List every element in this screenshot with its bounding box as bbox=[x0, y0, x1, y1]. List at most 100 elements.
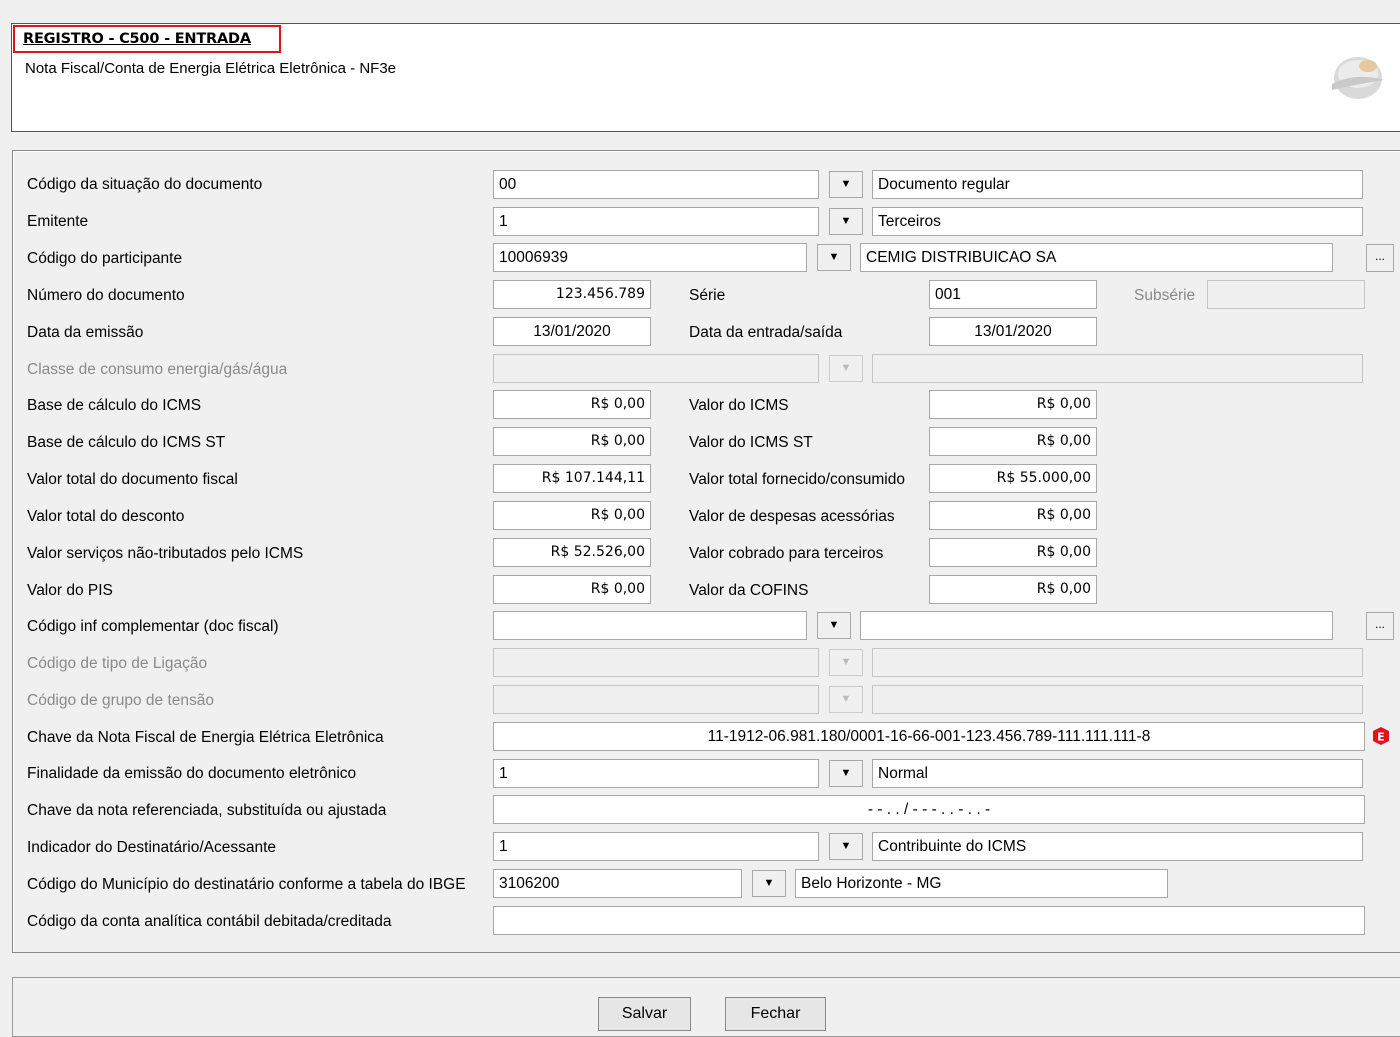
finalidade-code-input[interactable]: 1 bbox=[493, 759, 819, 788]
register-title: REGISTRO - C500 - ENTRADA bbox=[13, 25, 281, 53]
chevron-down-icon: ▼ bbox=[840, 767, 852, 779]
label-data-emissao: Data da emissão bbox=[27, 324, 144, 341]
conta-analitica-input[interactable] bbox=[493, 906, 1365, 935]
valor-pis-input[interactable]: R$ 0,00 bbox=[493, 575, 651, 604]
inf-complementar-dropdown-button[interactable]: ▼ bbox=[817, 612, 851, 639]
footer-panel bbox=[12, 977, 1400, 1037]
classe-consumo-dropdown-button: ▼ bbox=[829, 355, 863, 382]
valor-terceiros-input[interactable]: R$ 0,00 bbox=[929, 538, 1097, 567]
valor-nao-trib-input[interactable]: R$ 52.526,00 bbox=[493, 538, 651, 567]
indicador-dest-code-input[interactable]: 1 bbox=[493, 832, 819, 861]
label-inf-complementar: Código inf complementar (doc fiscal) bbox=[27, 618, 279, 635]
label-valor-nao-trib: Valor serviços não-tributados pelo ICMS bbox=[27, 545, 304, 562]
chave-ref-input[interactable]: - - . . / - - - . . - . . - bbox=[493, 795, 1365, 824]
save-button[interactable]: Salvar bbox=[598, 997, 691, 1031]
inf-complementar-code-input[interactable] bbox=[493, 611, 807, 640]
label-valor-pis: Valor do PIS bbox=[27, 582, 113, 599]
chevron-down-icon: ▼ bbox=[828, 251, 840, 263]
valor-total-fornecido-input[interactable]: R$ 55.000,00 bbox=[929, 464, 1097, 493]
label-valor-icms-st: Valor do ICMS ST bbox=[689, 434, 813, 451]
chevron-down-icon: ▼ bbox=[840, 215, 852, 227]
classe-consumo-code-input bbox=[493, 354, 819, 383]
chevron-down-icon: ▼ bbox=[828, 619, 840, 631]
label-base-icms: Base de cálculo do ICMS bbox=[27, 397, 202, 414]
valor-cofins-input[interactable]: R$ 0,00 bbox=[929, 575, 1097, 604]
label-chave-ref: Chave da nota referenciada, substituída … bbox=[27, 802, 387, 819]
label-municipio: Código do Município do destinatário conf… bbox=[27, 876, 466, 893]
grupo-tensao-code-input bbox=[493, 685, 819, 714]
valor-desconto-input[interactable]: R$ 0,00 bbox=[493, 501, 651, 530]
participante-lookup-button[interactable]: ... bbox=[1366, 244, 1394, 272]
label-situacao: Código da situação do documento bbox=[27, 176, 263, 193]
tipo-ligacao-dropdown-button: ▼ bbox=[829, 649, 863, 676]
label-subserie: Subsérie bbox=[1134, 287, 1196, 304]
label-serie: Série bbox=[689, 287, 726, 304]
municipio-dropdown-button[interactable]: ▼ bbox=[752, 870, 786, 897]
tipo-ligacao-desc-field bbox=[872, 648, 1363, 677]
emitente-desc-field: Terceiros bbox=[872, 207, 1363, 236]
label-valor-despesas: Valor de despesas acessórias bbox=[689, 508, 895, 525]
valor-total-doc-input[interactable]: R$ 107.144,11 bbox=[493, 464, 651, 493]
label-base-icms-st: Base de cálculo do ICMS ST bbox=[27, 434, 226, 451]
chave-nf-input[interactable]: 11-1912-06.981.180/0001-16-66-001-123.45… bbox=[493, 722, 1365, 751]
base-icms-input[interactable]: R$ 0,00 bbox=[493, 390, 651, 419]
situacao-code-input[interactable]: 00 bbox=[493, 170, 819, 199]
subserie-input bbox=[1207, 280, 1365, 309]
ellipsis-icon: ... bbox=[1374, 617, 1385, 631]
close-button[interactable]: Fechar bbox=[725, 997, 826, 1031]
label-conta-analitica: Código da conta analítica contábil debit… bbox=[27, 913, 392, 930]
chevron-down-icon: ▼ bbox=[840, 693, 852, 705]
data-emissao-input[interactable]: 13/01/2020 bbox=[493, 317, 651, 346]
grupo-tensao-dropdown-button: ▼ bbox=[829, 686, 863, 713]
label-data-entrada: Data da entrada/saída bbox=[689, 324, 843, 341]
numero-input[interactable]: 123.456.789 bbox=[493, 280, 651, 309]
label-grupo-tensao: Código de grupo de tensão bbox=[27, 692, 215, 709]
emitente-dropdown-button[interactable]: ▼ bbox=[829, 208, 863, 235]
classe-consumo-desc-field bbox=[872, 354, 1363, 383]
emitente-code-input[interactable]: 1 bbox=[493, 207, 819, 236]
finalidade-dropdown-button[interactable]: ▼ bbox=[829, 760, 863, 787]
participante-desc-field: CEMIG DISTRIBUICAO SA bbox=[860, 243, 1333, 272]
finalidade-desc-field: Normal bbox=[872, 759, 1363, 788]
label-valor-icms: Valor do ICMS bbox=[689, 397, 789, 414]
chevron-down-icon: ▼ bbox=[763, 877, 775, 889]
participante-code-input[interactable]: 10006939 bbox=[493, 243, 807, 272]
base-icms-st-input[interactable]: R$ 0,00 bbox=[493, 427, 651, 456]
label-valor-total-fornecido: Valor total fornecido/consumido bbox=[689, 471, 905, 488]
ellipsis-icon: ... bbox=[1374, 249, 1385, 263]
inf-complementar-lookup-button[interactable]: ... bbox=[1366, 612, 1394, 640]
label-numero: Número do documento bbox=[27, 287, 185, 304]
chevron-down-icon: ▼ bbox=[840, 840, 852, 852]
header-panel: REGISTRO - C500 - ENTRADA Nota Fiscal/Co… bbox=[11, 23, 1400, 132]
valor-icms-input[interactable]: R$ 0,00 bbox=[929, 390, 1097, 419]
municipio-desc-field: Belo Horizonte - MG bbox=[795, 869, 1168, 898]
label-valor-cofins: Valor da COFINS bbox=[689, 582, 809, 599]
label-chave-nf: Chave da Nota Fiscal de Energia Elétrica… bbox=[27, 729, 384, 746]
chevron-down-icon: ▼ bbox=[840, 178, 852, 190]
label-classe-consumo: Classe de consumo energia/gás/água bbox=[27, 361, 288, 378]
data-entrada-input[interactable]: 13/01/2020 bbox=[929, 317, 1097, 346]
error-badge-icon[interactable]: E bbox=[1372, 726, 1390, 746]
chevron-down-icon: ▼ bbox=[840, 656, 852, 668]
municipio-code-input[interactable]: 3106200 bbox=[493, 869, 742, 898]
label-valor-total-doc: Valor total do documento fiscal bbox=[27, 471, 238, 488]
label-valor-desconto: Valor total do desconto bbox=[27, 508, 185, 525]
situacao-dropdown-button[interactable]: ▼ bbox=[829, 171, 863, 198]
situacao-desc-field: Documento regular bbox=[872, 170, 1363, 199]
valor-icms-st-input[interactable]: R$ 0,00 bbox=[929, 427, 1097, 456]
chevron-down-icon: ▼ bbox=[840, 362, 852, 374]
inf-complementar-desc-field bbox=[860, 611, 1333, 640]
register-subtitle: Nota Fiscal/Conta de Energia Elétrica El… bbox=[25, 60, 397, 77]
svg-text:E: E bbox=[1377, 731, 1385, 744]
label-emitente: Emitente bbox=[27, 213, 89, 230]
grupo-tensao-desc-field bbox=[872, 685, 1363, 714]
indicador-dest-dropdown-button[interactable]: ▼ bbox=[829, 833, 863, 860]
label-tipo-ligacao: Código de tipo de Ligação bbox=[27, 655, 208, 672]
label-finalidade: Finalidade da emissão do documento eletr… bbox=[27, 765, 357, 782]
tipo-ligacao-code-input bbox=[493, 648, 819, 677]
valor-despesas-input[interactable]: R$ 0,00 bbox=[929, 501, 1097, 530]
label-indicador-dest: Indicador do Destinatário/Acessante bbox=[27, 839, 277, 856]
serie-input[interactable]: 001 bbox=[929, 280, 1097, 309]
sped-logo-icon bbox=[1332, 57, 1384, 99]
participante-dropdown-button[interactable]: ▼ bbox=[817, 244, 851, 271]
